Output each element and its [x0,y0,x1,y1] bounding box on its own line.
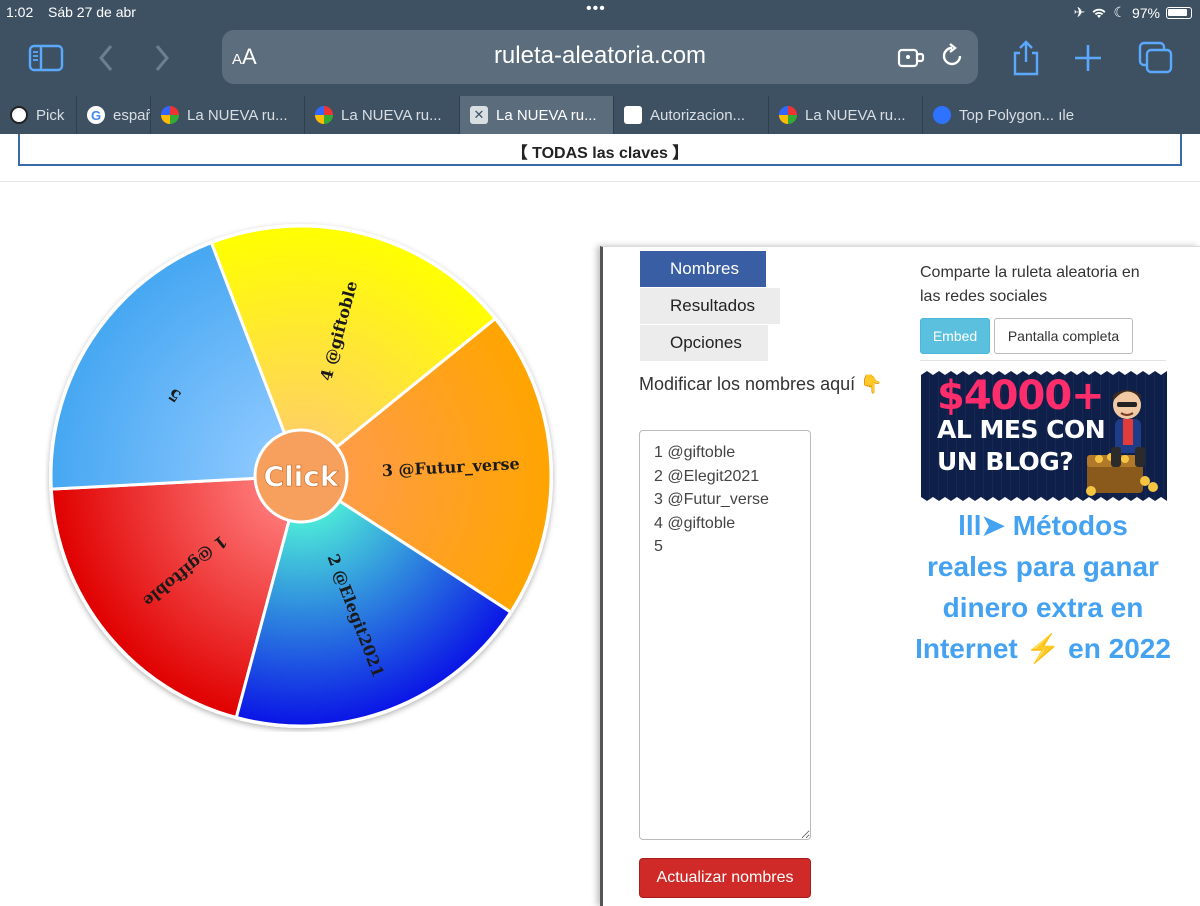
forward-icon[interactable] [142,38,182,78]
tab-label: La NUEVA ru... [496,106,597,124]
sidebar-icon[interactable] [26,38,66,78]
divider [0,181,1200,182]
battery-percent: 97% [1131,4,1160,21]
browser-tab[interactable]: Autorizacion... [613,96,768,134]
ad-line: AL MES CON [937,415,1106,444]
browser-tab-active[interactable]: ✕ La NUEVA ru... [459,96,613,134]
wheel-favicon-icon [161,106,179,124]
ad-line: UN BLOG? [937,447,1074,476]
browser-tab[interactable]: La NUEVA ru... [304,96,459,134]
multitasking-dots-icon[interactable]: ••• [586,0,606,18]
status-bar: 1:02 Sáb 27 de abr ••• ✈ ☾ 97% [0,0,1200,24]
wheel-svg[interactable]: 1 @giftoble54 @giftoble3 @Futur_verse2 @… [45,220,557,732]
claves-link[interactable]: 【 TODAS las claves 】 [20,139,1180,163]
airplane-icon: ✈ [1073,4,1086,20]
wheel-favicon-icon [779,106,797,124]
fullscreen-button[interactable]: Pantalla completa [994,318,1133,354]
google-icon: G [87,106,105,124]
spin-button[interactable]: Click [253,428,349,524]
wifi-icon [1092,8,1106,18]
tab-opciones[interactable]: Opciones [640,325,768,361]
tab-label: La NUEVA ru... [187,106,288,124]
browser-tab[interactable]: La NUEVA ru... [150,96,304,134]
polygon-icon [933,106,951,124]
back-icon[interactable] [86,38,126,78]
moon-icon: ☾ [1113,4,1126,20]
ad-amount: $4000+ [937,373,1105,419]
tab-label: La NUEVA ru... [805,106,906,124]
tab-label: Pick [36,106,65,124]
wheel-favicon-icon [315,106,333,124]
browser-chrome: 1:02 Sáb 27 de abr ••• ✈ ☾ 97% AA ruleta… [0,0,1200,134]
tab-strip: Pick G españ La NUEVA ru... La NUEVA ru.… [0,96,1200,134]
promo-link[interactable]: lll➤ Métodos reales para ganar dinero ex… [915,505,1171,669]
share-text: Comparte la ruleta aleatoria en las rede… [920,264,1140,305]
embed-button[interactable]: Embed [920,318,990,354]
tab-resultados[interactable]: Resultados [640,288,780,324]
tab-label: Top Polygon... ıle [959,106,1075,124]
tabs-overview-icon[interactable] [1136,38,1176,78]
reload-icon[interactable] [938,42,966,70]
share-icon[interactable] [1006,38,1046,78]
names-textarea[interactable]: 1 @giftoble 2 @Elegit2021 3 @Futur_verse… [639,430,811,840]
divider [920,360,1166,361]
address-bar[interactable]: AA ruleta-aleatoria.com [222,30,978,84]
tab-label: españ [113,106,150,124]
url-text[interactable]: ruleta-aleatoria.com [222,42,978,70]
spin-button-label[interactable]: Click [263,460,340,494]
browser-tab[interactable]: La NUEVA ru... [768,96,922,134]
browser-toolbar: AA ruleta-aleatoria.com [0,24,1200,94]
tab-label: Autorizacion... [650,106,746,124]
blog-ad-banner[interactable]: $4000+ AL MES CON UN BLOG? [921,367,1167,505]
side-panel: Nombres Resultados Opciones Modificar lo… [600,246,1200,906]
extension-icon[interactable] [896,44,926,70]
pick-icon [10,106,28,124]
update-names-button[interactable]: Actualizar nombres [639,858,811,898]
status-time: 1:02 [6,4,34,20]
status-date: Sáb 27 de abr [48,4,136,20]
tab-label: La NUEVA ru... [341,106,442,124]
close-tab-icon[interactable]: ✕ [470,106,488,124]
browser-tab[interactable]: G españ [76,96,150,134]
tab-nombres[interactable]: Nombres [640,251,766,287]
claves-banner[interactable]: 【 TODAS las claves 】 [18,134,1182,166]
status-indicators: ✈ ☾ 97% [1074,4,1192,21]
roulette-wheel[interactable]: 1 @giftoble 5 4 @giftoble 3 @Futur_verse 2 @… [45,220,557,732]
new-tab-icon[interactable] [1068,38,1108,78]
ad-avatar-illustration [1086,390,1158,496]
browser-tab[interactable]: Top Polygon... ıle [922,96,1200,134]
browser-tab[interactable]: Pick [0,96,76,134]
modify-names-label: Modificar los nombres aquí 👇 [639,374,883,394]
battery-icon [1166,6,1192,19]
shield-icon [624,106,642,124]
